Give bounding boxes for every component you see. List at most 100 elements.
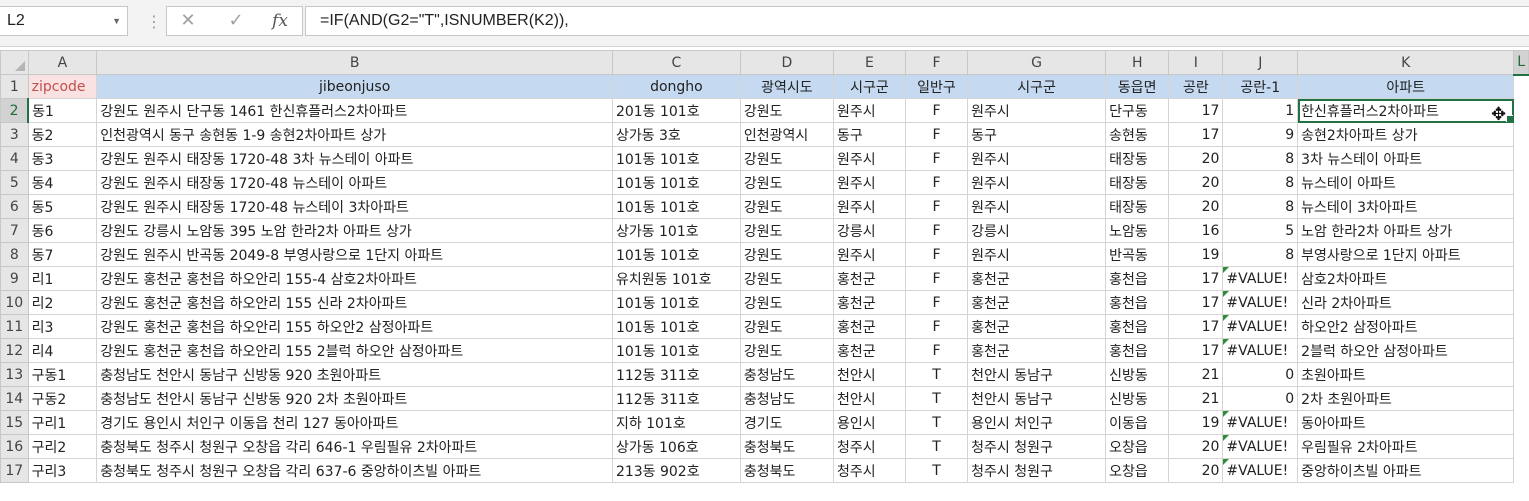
row-header[interactable]: 10 [0,290,29,315]
cell[interactable]: 유치원동 101호 [611,266,741,291]
cell[interactable]: 원주시 [967,98,1107,123]
column-header-b[interactable]: B [96,50,613,75]
column-header-d[interactable]: D [739,50,834,75]
cell[interactable]: 지하 101호 [611,410,741,435]
cell[interactable]: 강릉시 [967,218,1107,243]
cell[interactable]: F [904,242,969,267]
row-header[interactable]: 9 [0,266,29,291]
cell[interactable]: 용인시 [832,410,906,435]
cell[interactable]: 원주시 [832,170,906,195]
row-header[interactable]: 2 [0,98,30,123]
cell[interactable]: 원주시 [832,194,906,219]
cell[interactable]: 강원도 [739,146,834,171]
cell[interactable]: 충청북도 청주시 청원구 오창읍 각리 646-1 우림필유 2차아파트 [96,434,613,459]
header-cell[interactable]: 아파트 [1297,74,1515,99]
cell[interactable]: 홍천군 [967,314,1107,339]
cell[interactable]: #VALUE! [1222,338,1299,363]
cell[interactable]: F [904,266,969,291]
row-header[interactable]: 12 [0,338,29,363]
cell[interactable]: 112동 311호 [611,386,741,411]
column-header-h[interactable]: H [1105,50,1170,75]
cell[interactable]: 리3 [27,314,98,339]
cell[interactable]: T [904,434,969,459]
error-indicator-icon[interactable] [1223,315,1230,321]
cell[interactable]: F [904,338,969,363]
chevron-down-icon[interactable]: ▼ [112,7,121,35]
cell[interactable]: 강원도 강릉시 노암동 395 노암 한라2차 아파트 상가 [96,218,613,243]
cell[interactable]: 강원도 원주시 태장동 1720-48 3차 뉴스테이 아파트 [96,146,613,171]
cell[interactable]: 원주시 [967,146,1107,171]
row-header[interactable]: 3 [0,122,29,147]
cell[interactable]: 20 [1168,170,1224,195]
cell[interactable]: 홍천군 [832,338,906,363]
row-header[interactable]: 15 [0,410,29,435]
cell[interactable]: 홍천군 [967,338,1107,363]
header-cell[interactable]: zipcode [27,74,98,99]
cell[interactable]: 반곡동 [1105,242,1170,267]
cell[interactable]: 노암동 [1105,218,1170,243]
check-icon[interactable]: ✓ [221,7,251,35]
header-cell[interactable]: 일반구 [904,74,969,99]
cell[interactable]: 0 [1222,386,1299,411]
cell[interactable]: 101동 101호 [611,146,741,171]
header-cell[interactable]: dongho [611,74,741,99]
cell[interactable]: 원주시 [832,242,906,267]
cell[interactable]: 용인시 처인구 [967,410,1107,435]
cell[interactable]: 부영사랑으로 1단지 아파트 [1297,242,1515,267]
cell[interactable]: 동구 [967,122,1107,147]
cell[interactable]: 강원도 [739,338,834,363]
cell[interactable]: 청주시 [832,434,906,459]
header-cell[interactable]: 공란-1 [1222,74,1299,99]
row-header[interactable]: 5 [0,170,29,195]
selected-cell[interactable]: 한신휴플러스2차아파트 [1297,98,1515,123]
cell[interactable]: 강원도 [739,266,834,291]
cell[interactable]: 원주시 [967,242,1107,267]
cell[interactable]: F [904,218,969,243]
cell[interactable]: 구동2 [27,386,98,411]
cell[interactable]: 3차 뉴스테이 아파트 [1297,146,1515,171]
cell[interactable]: F [904,194,969,219]
cell[interactable]: 101동 101호 [611,338,741,363]
cell[interactable]: 노암 한라2차 아파트 상가 [1297,218,1515,243]
cell[interactable]: 신방동 [1105,362,1170,387]
cell[interactable]: 태장동 [1105,194,1170,219]
cell[interactable]: 강릉시 [832,218,906,243]
cell[interactable]: 21 [1168,362,1224,387]
column-header-l[interactable]: L [1513,50,1529,76]
cell[interactable]: 112동 311호 [611,362,741,387]
cell[interactable]: 101동 101호 [611,170,741,195]
column-header-k[interactable]: K [1297,50,1515,75]
cell[interactable]: 8 [1222,170,1299,195]
error-indicator-icon[interactable] [1223,339,1230,345]
cell[interactable]: 리4 [27,338,98,363]
cell[interactable]: 상가동 3호 [611,122,741,147]
cell[interactable]: 강원도 [739,98,834,123]
cell[interactable]: 0 [1222,362,1299,387]
cell[interactable]: 구리2 [27,434,98,459]
cell[interactable]: #VALUE! [1222,434,1299,459]
column-header-c[interactable]: C [611,50,741,75]
cell[interactable]: 20 [1168,458,1224,483]
cell[interactable]: 17 [1168,338,1224,363]
cell[interactable]: 청주시 청원구 [967,434,1107,459]
cell[interactable]: 송현동 [1105,122,1170,147]
cell[interactable]: 20 [1168,434,1224,459]
cell[interactable]: 구리3 [27,458,98,483]
row-header[interactable]: 11 [0,314,29,339]
row-header[interactable]: 4 [0,146,29,171]
error-indicator-icon[interactable] [1223,411,1230,417]
column-header-e[interactable]: E [832,50,906,75]
cell[interactable]: 홍천군 [832,266,906,291]
cell[interactable]: 17 [1168,122,1224,147]
cell[interactable]: 홍천군 [832,314,906,339]
cell[interactable]: 경기도 용인시 처인구 이동읍 천리 127 동아아파트 [96,410,613,435]
select-all-button[interactable] [0,50,29,75]
row-header[interactable]: 16 [0,434,29,459]
cell[interactable]: 송현2차아파트 상가 [1297,122,1515,147]
cell[interactable]: T [904,362,969,387]
cell[interactable]: 강원도 [739,170,834,195]
cell[interactable]: 인천광역시 [739,122,834,147]
cell[interactable]: 강원도 홍천군 홍천읍 하오안리 155 2블럭 하오안 삼정아파트 [96,338,613,363]
cell[interactable]: 상가동 106호 [611,434,741,459]
cell[interactable]: 강원도 [739,314,834,339]
